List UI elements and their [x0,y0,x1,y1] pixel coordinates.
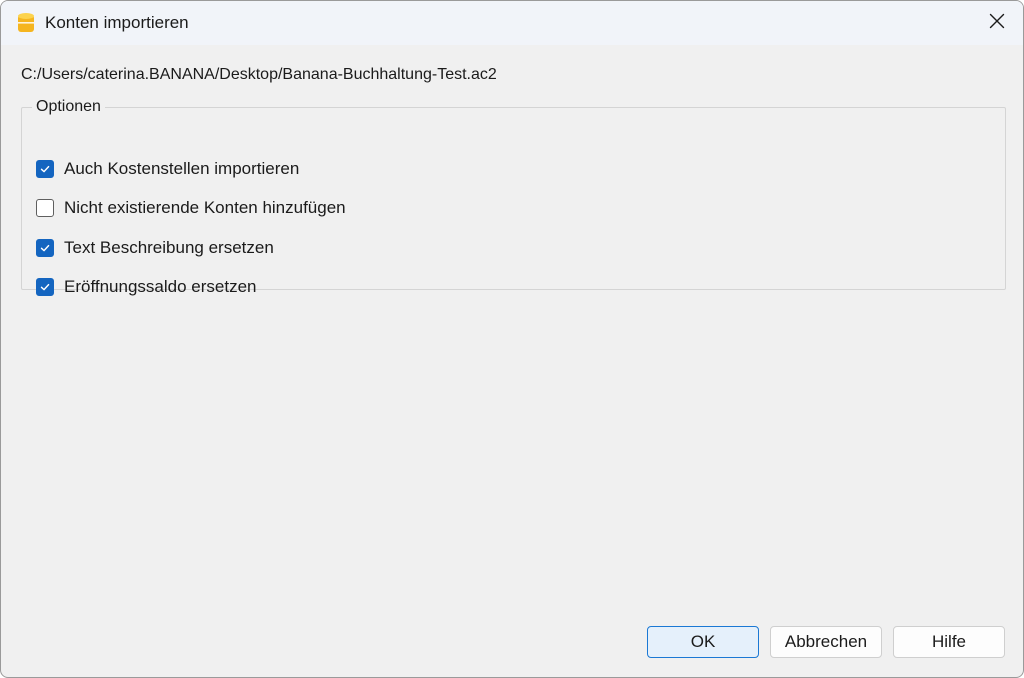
checkbox[interactable] [36,199,54,217]
dialog-window: Konten importieren C:/Users/caterina.BAN… [0,0,1024,678]
close-button[interactable] [981,7,1013,39]
checkbox[interactable] [36,160,54,178]
option-replace-description[interactable]: Text Beschreibung ersetzen [36,238,274,258]
option-label: Text Beschreibung ersetzen [64,238,274,257]
option-replace-opening-balance[interactable]: Eröffnungssaldo ersetzen [36,277,256,297]
ok-button[interactable]: OK [647,626,759,658]
option-label: Eröffnungssaldo ersetzen [64,277,257,296]
checkbox[interactable] [36,278,54,296]
banana-coins-icon [17,12,35,34]
checkmark-icon [39,281,51,293]
close-icon [989,13,1005,34]
option-label: Auch Kostenstellen importieren [64,159,300,178]
options-group: Optionen Auch Kostenstellen importieren … [21,98,1006,296]
title-bar: Konten importieren [1,1,1023,45]
option-label: Nicht existierende Konten hinzufügen [64,198,346,217]
options-legend: Optionen [36,98,101,115]
checkmark-icon [39,163,51,175]
option-import-cost-centers[interactable]: Auch Kostenstellen importieren [36,159,299,179]
window-title: Konten importieren [45,13,189,32]
help-button[interactable]: Hilfe [893,626,1005,658]
option-add-missing-accounts[interactable]: Nicht existierende Konten hinzufügen [36,198,346,218]
cancel-button[interactable]: Abbrechen [770,626,882,658]
checkmark-icon [39,242,51,254]
checkbox[interactable] [36,239,54,257]
file-path: C:/Users/caterina.BANANA/Desktop/Banana-… [21,66,497,83]
